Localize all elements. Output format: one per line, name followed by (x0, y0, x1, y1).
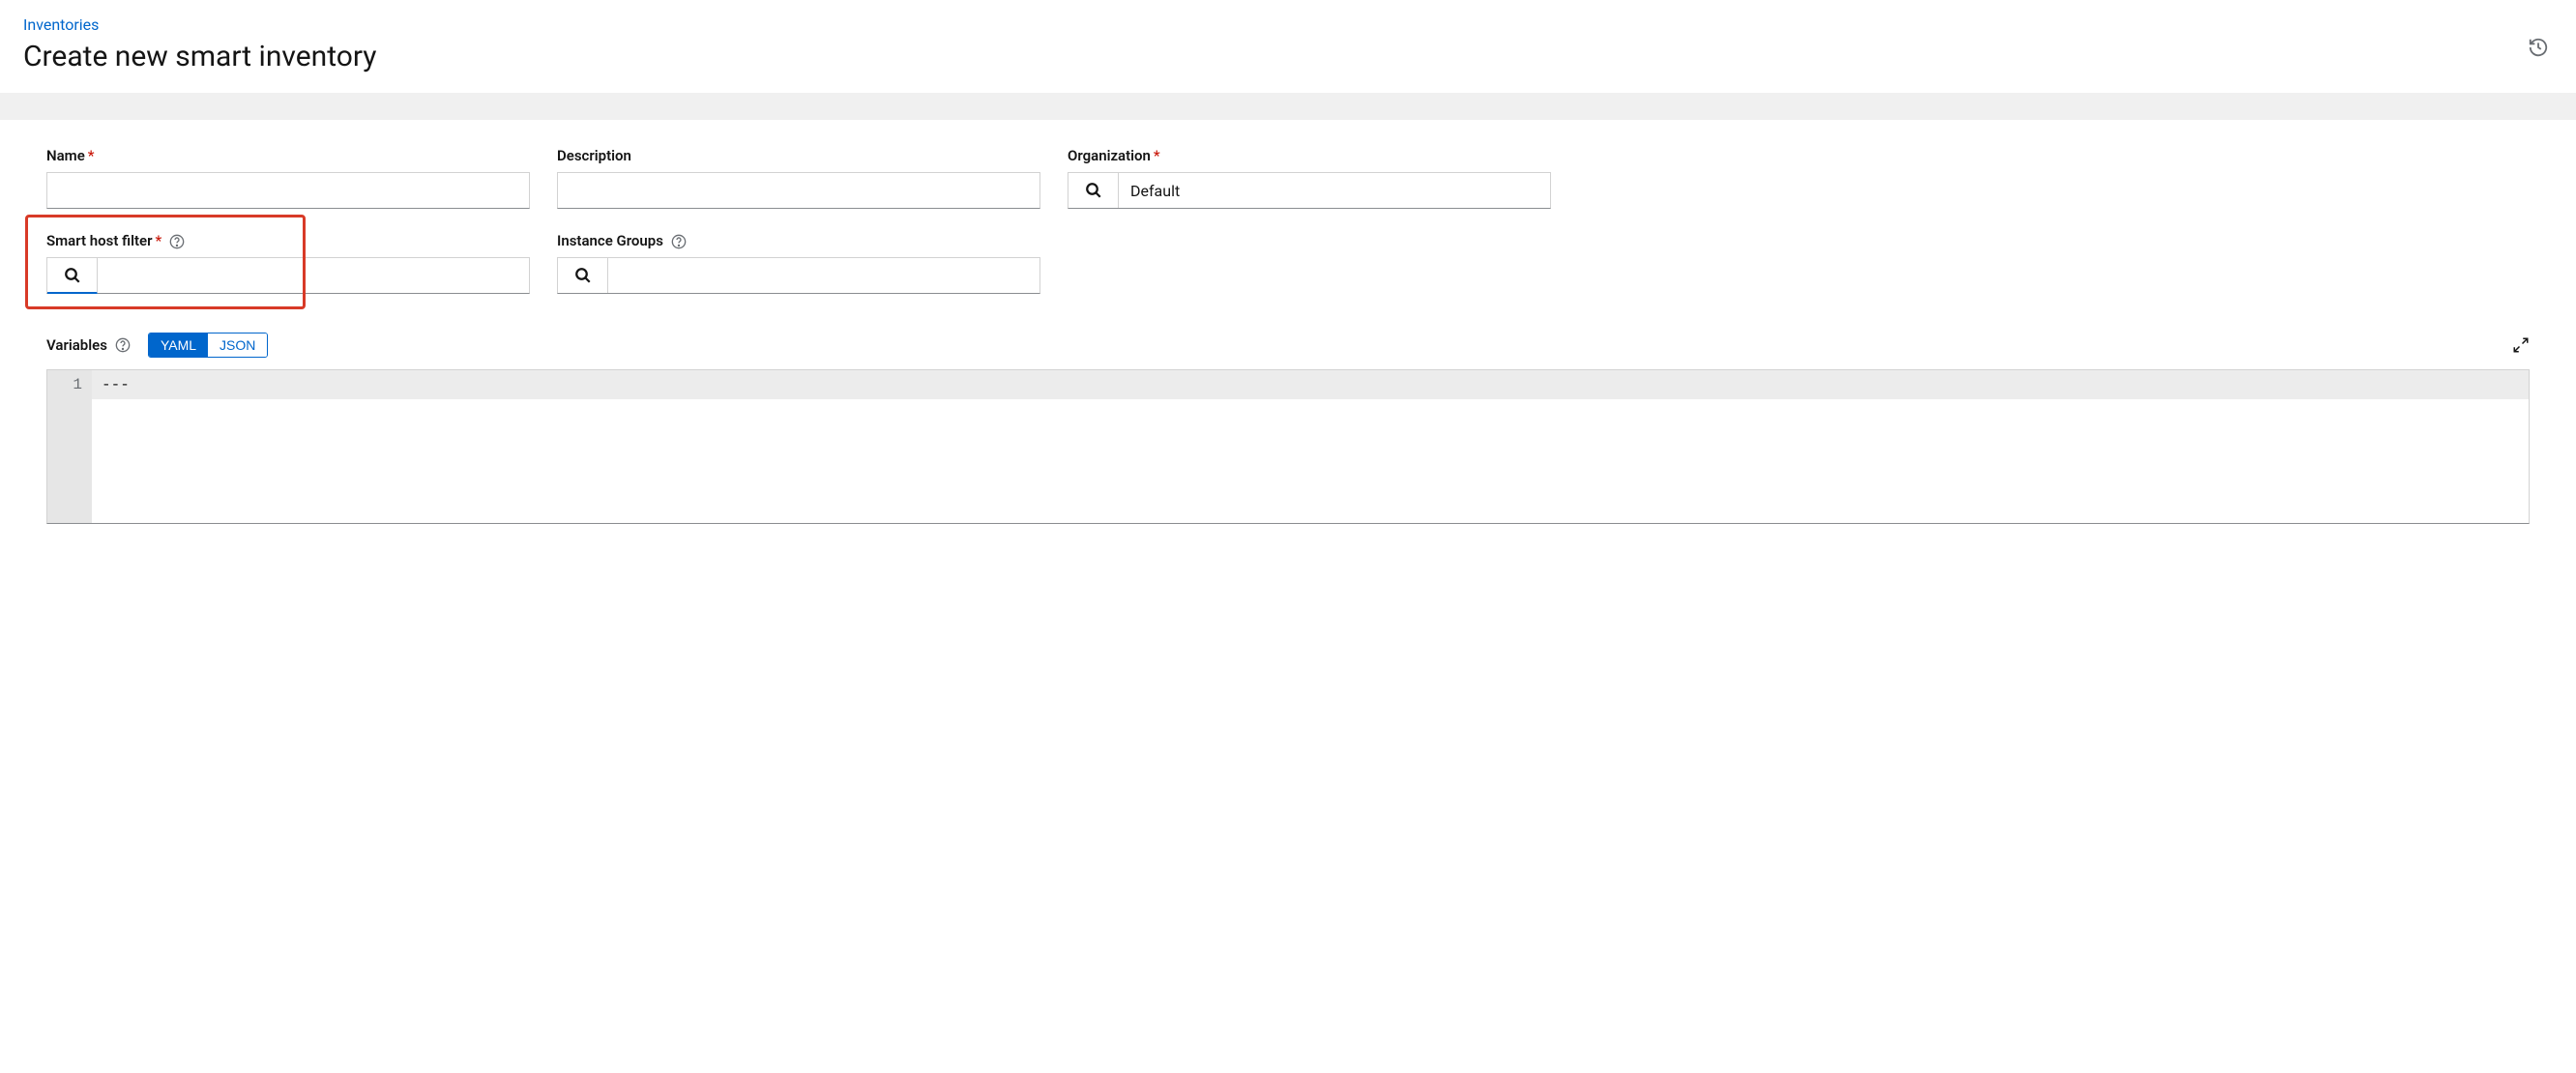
smart-host-filter-search-button[interactable] (47, 258, 98, 294)
organization-value[interactable]: Default (1119, 173, 1550, 208)
search-icon (64, 267, 81, 284)
description-label: Description (557, 147, 1040, 164)
name-label-text: Name (46, 147, 85, 164)
help-icon[interactable] (169, 234, 185, 249)
form-card: Name* Description Organization* (15, 120, 2561, 528)
smart-host-filter-value[interactable] (98, 258, 529, 293)
smart-host-filter-label: Smart host filter* (46, 232, 530, 249)
spacer (1068, 232, 1551, 294)
smart-host-filter-lookup (46, 257, 530, 294)
name-label: Name* (46, 147, 530, 164)
code-line-1: --- (92, 370, 2529, 399)
section-divider (0, 93, 2576, 120)
description-group: Description (557, 147, 1040, 209)
search-icon (574, 267, 592, 284)
name-group: Name* (46, 147, 530, 209)
help-icon[interactable] (115, 337, 131, 353)
page-header: Inventories Create new smart inventory (0, 0, 2576, 93)
page-title: Create new smart inventory (23, 40, 2553, 73)
organization-lookup: Default (1068, 172, 1551, 209)
line-number: 1 (51, 376, 82, 393)
json-toggle-button[interactable]: JSON (208, 334, 267, 357)
editor-gutter: 1 (47, 370, 92, 523)
variables-header: Variables YAML JSON (46, 333, 2530, 358)
organization-label-text: Organization (1068, 147, 1151, 164)
history-icon[interactable] (2528, 37, 2549, 58)
name-input[interactable] (46, 172, 530, 209)
instance-groups-group: Instance Groups (557, 232, 1040, 294)
help-icon[interactable] (671, 234, 687, 249)
description-input[interactable] (557, 172, 1040, 209)
smart-host-filter-group: Smart host filter* (46, 232, 530, 294)
instance-groups-label-text: Instance Groups (557, 232, 663, 249)
variables-editor[interactable]: 1 --- (46, 369, 2530, 524)
instance-groups-value[interactable] (608, 258, 1039, 293)
instance-groups-search-button[interactable] (558, 258, 608, 293)
search-icon (1085, 182, 1102, 199)
form-row-1: Name* Description Organization* (46, 147, 2530, 209)
required-star: * (155, 232, 161, 249)
organization-group: Organization* Default (1068, 147, 1551, 209)
organization-search-button[interactable] (1068, 173, 1119, 208)
editor-body[interactable]: --- (92, 370, 2529, 523)
organization-label: Organization* (1068, 147, 1551, 164)
expand-icon[interactable] (2512, 336, 2530, 354)
instance-groups-label: Instance Groups (557, 232, 1040, 249)
required-star: * (1154, 147, 1160, 164)
variables-label: Variables (46, 336, 107, 354)
instance-groups-lookup (557, 257, 1040, 294)
breadcrumb-inventories-link[interactable]: Inventories (23, 15, 99, 34)
required-star: * (88, 147, 95, 164)
smart-host-filter-label-text: Smart host filter (46, 232, 152, 249)
form-row-2: Smart host filter* (46, 232, 2530, 294)
format-toggle: YAML JSON (148, 333, 268, 358)
variables-label-group: Variables (46, 336, 131, 354)
content-area: Name* Description Organization* (0, 120, 2576, 528)
yaml-toggle-button[interactable]: YAML (149, 334, 208, 357)
